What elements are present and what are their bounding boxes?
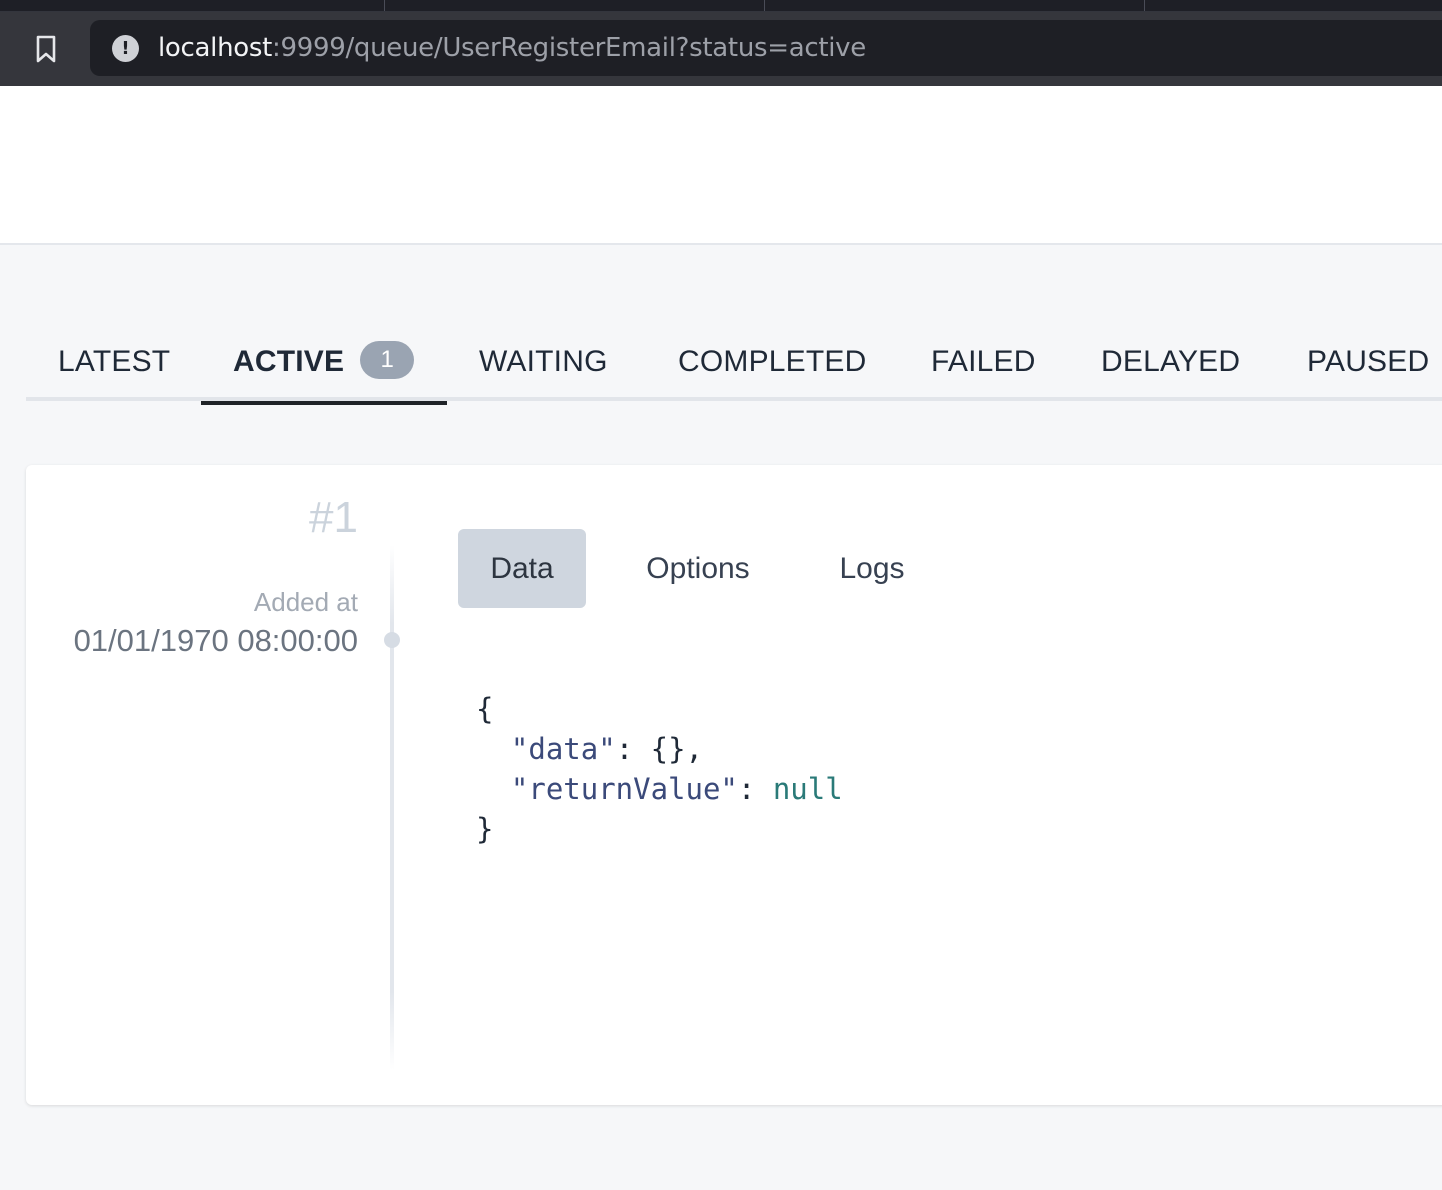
- browser-tab-strip: [0, 0, 1442, 12]
- json-separator: :: [737, 772, 773, 806]
- timeline-dot: [384, 632, 400, 648]
- status-tabs: LATEST ACTIVE 1 WAITING COMPLETED FAILED …: [26, 326, 1442, 405]
- timeline: [390, 545, 394, 1070]
- json-data-value: : {},: [615, 732, 703, 766]
- tab-label: PAUSED: [1307, 345, 1430, 378]
- tab-label: LATEST: [58, 345, 171, 378]
- job-id: #1: [309, 493, 358, 542]
- tab-label: ACTIVE: [233, 345, 345, 378]
- added-at-value: 01/01/1970 08:00:00: [73, 623, 358, 658]
- tab-latest[interactable]: LATEST: [58, 326, 170, 401]
- json-close-brace: }: [476, 812, 494, 846]
- tab-completed[interactable]: COMPLETED: [678, 326, 867, 401]
- json-null-value: null: [772, 772, 843, 806]
- added-at-label: Added at: [253, 587, 358, 617]
- info-icon[interactable]: !: [112, 35, 139, 62]
- address-bar[interactable]: ! localhost:9999/queue/UserRegisterEmail…: [90, 20, 1442, 76]
- json-key-return-value: "returnValue": [510, 772, 738, 806]
- json-key-data: "data": [510, 732, 616, 766]
- url-host: localhost: [158, 33, 273, 63]
- tab-options[interactable]: Options: [622, 529, 774, 608]
- json-viewer: { "data": {}, "returnValue": null }: [476, 689, 843, 849]
- tab-label: DELAYED: [1101, 345, 1241, 378]
- job-card: #1 Added at 01/01/1970 08:00:00 Data Opt…: [26, 465, 1442, 1105]
- app-header: [0, 86, 1442, 245]
- bookmark-icon[interactable]: [32, 34, 60, 64]
- tab-waiting[interactable]: WAITING: [479, 326, 608, 401]
- browser-toolbar: ! localhost:9999/queue/UserRegisterEmail…: [0, 12, 1442, 86]
- url-text[interactable]: localhost:9999/queue/UserRegisterEmail?s…: [158, 20, 866, 76]
- count-badge: 1: [360, 341, 415, 380]
- url-path: :9999/queue/UserRegisterEmail?status=act…: [272, 33, 866, 63]
- tab-paused[interactable]: PAUSED: [1307, 326, 1429, 401]
- tab-failed[interactable]: FAILED: [931, 326, 1036, 401]
- json-open-brace: {: [476, 692, 494, 726]
- tab-delayed[interactable]: DELAYED: [1101, 326, 1240, 401]
- tab-logs[interactable]: Logs: [822, 529, 922, 608]
- tab-label: COMPLETED: [678, 345, 867, 378]
- tab-label: FAILED: [931, 345, 1036, 378]
- tab-label: WAITING: [479, 345, 608, 378]
- tab-data[interactable]: Data: [458, 529, 586, 608]
- tab-active[interactable]: ACTIVE 1: [201, 326, 447, 405]
